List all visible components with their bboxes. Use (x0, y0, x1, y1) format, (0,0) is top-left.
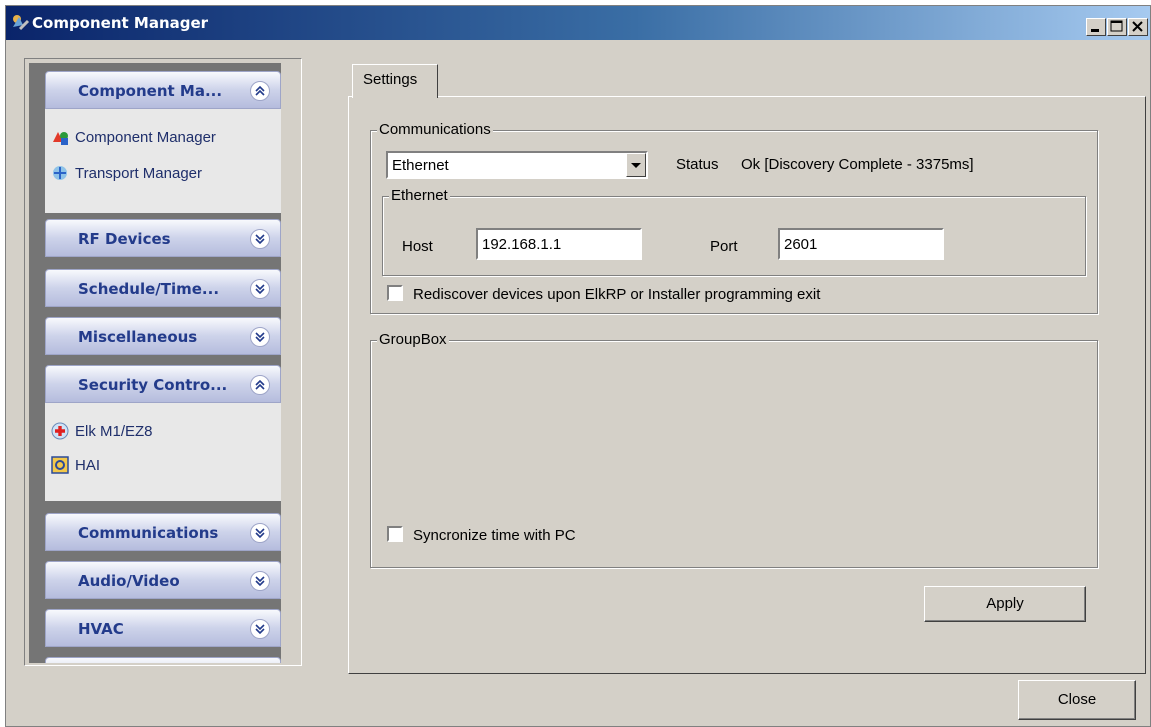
group-label: RF Devices (78, 230, 171, 248)
sidebar-item-label: Component Manager (75, 128, 216, 146)
group-label: Miscellaneous (78, 328, 198, 346)
close-button[interactable]: Close (1018, 680, 1136, 720)
chevron-down-icon[interactable] (250, 619, 270, 639)
sidebar-item-component-manager[interactable]: Component Manager (51, 125, 216, 149)
chevron-up-icon[interactable] (250, 375, 270, 395)
sidebar-item-hai[interactable]: HAI (51, 453, 100, 477)
maximize-button[interactable] (1107, 18, 1127, 36)
group-label: Communications (78, 524, 219, 542)
sync-time-label: Syncronize time with PC (413, 527, 576, 544)
chevron-down-icon[interactable] (250, 229, 270, 249)
tab-label: Settings (363, 71, 418, 88)
apply-button[interactable]: Apply (924, 586, 1086, 622)
groupbox-label: Communications (377, 121, 493, 138)
chevron-down-icon[interactable] (250, 279, 270, 299)
port-value: 2601 (784, 236, 818, 253)
group-header-security-control[interactable]: Security Contro... (45, 365, 281, 403)
group-label: HVAC (78, 620, 124, 638)
group-label: Schedule/Time... (78, 280, 220, 298)
apply-label: Apply (986, 595, 1024, 612)
close-window-button[interactable] (1128, 18, 1148, 36)
sidebar-item-elk-m1[interactable]: Elk M1/EZ8 (51, 419, 153, 443)
group-label: Component Ma... (78, 82, 223, 100)
window-title: Component Manager (32, 14, 209, 32)
component-manager-icon (51, 128, 69, 146)
close-icon (1132, 21, 1143, 32)
chevron-up-icon[interactable] (250, 81, 270, 101)
close-label: Close (1057, 691, 1097, 708)
group-header-schedule-time[interactable]: Schedule/Time... (45, 269, 281, 307)
sidebar-item-label: Transport Manager (75, 164, 203, 182)
group-header-communications[interactable]: Communications (45, 513, 281, 551)
host-value: 192.168.1.1 (482, 236, 562, 253)
host-label: Host (402, 238, 433, 255)
groupbox-label: Ethernet (389, 187, 450, 204)
transport-manager-icon (51, 164, 69, 182)
group-label: Security Contro... (78, 376, 228, 394)
minimize-button[interactable] (1086, 18, 1106, 36)
group-header-miscellaneous[interactable]: Miscellaneous (45, 317, 281, 355)
group-header-component-manager[interactable]: Component Ma... (45, 71, 281, 109)
dropdown-arrow-icon[interactable] (626, 153, 646, 177)
port-label: Port (710, 238, 738, 255)
sidebar-item-label: Elk M1/EZ8 (75, 422, 153, 440)
port-input[interactable]: 2601 (778, 228, 944, 260)
sidebar-panel: Component Ma... Component Manager Transp (24, 58, 302, 666)
component-manager-icon (10, 13, 32, 33)
medical-cross-icon (51, 422, 69, 440)
tab-settings[interactable]: Settings (352, 64, 438, 98)
rediscover-label: Rediscover devices upon ElkRP or Install… (413, 286, 821, 303)
sidebar-item-label: HAI (75, 456, 101, 474)
chevron-down-icon[interactable] (250, 571, 270, 591)
sync-time-checkbox[interactable] (387, 526, 403, 542)
group-items-security-control: Elk M1/EZ8 HAI (45, 403, 281, 501)
groupbox-label: GroupBox (377, 331, 449, 348)
group-header-partial[interactable] (45, 657, 281, 663)
chevron-down-icon[interactable] (250, 327, 270, 347)
maximize-icon (1110, 20, 1123, 32)
hai-icon (51, 456, 69, 474)
connection-type-value: Ethernet (392, 157, 449, 174)
connection-type-select[interactable]: Ethernet (386, 151, 648, 179)
component-manager-window: Component Manager Component Ma... Compon… (5, 5, 1151, 727)
chevron-down-icon[interactable] (250, 523, 270, 543)
group-header-hvac[interactable]: HVAC (45, 609, 281, 647)
status-value: Ok [Discovery Complete - 3375ms] (741, 156, 974, 173)
status-label: Status (676, 156, 719, 173)
host-input[interactable]: 192.168.1.1 (476, 228, 642, 260)
rediscover-checkbox[interactable] (387, 285, 403, 301)
group-header-rf-devices[interactable]: RF Devices (45, 219, 281, 257)
title-bar[interactable]: Component Manager (6, 6, 1150, 40)
group-items-component-manager: Component Manager Transport Manager (45, 109, 281, 213)
minimize-icon (1091, 29, 1099, 32)
sidebar-item-transport-manager[interactable]: Transport Manager (51, 161, 202, 185)
outlook-bar: Component Ma... Component Manager Transp (29, 63, 281, 663)
group-label: Audio/Video (78, 572, 180, 590)
group-header-audio-video[interactable]: Audio/Video (45, 561, 281, 599)
